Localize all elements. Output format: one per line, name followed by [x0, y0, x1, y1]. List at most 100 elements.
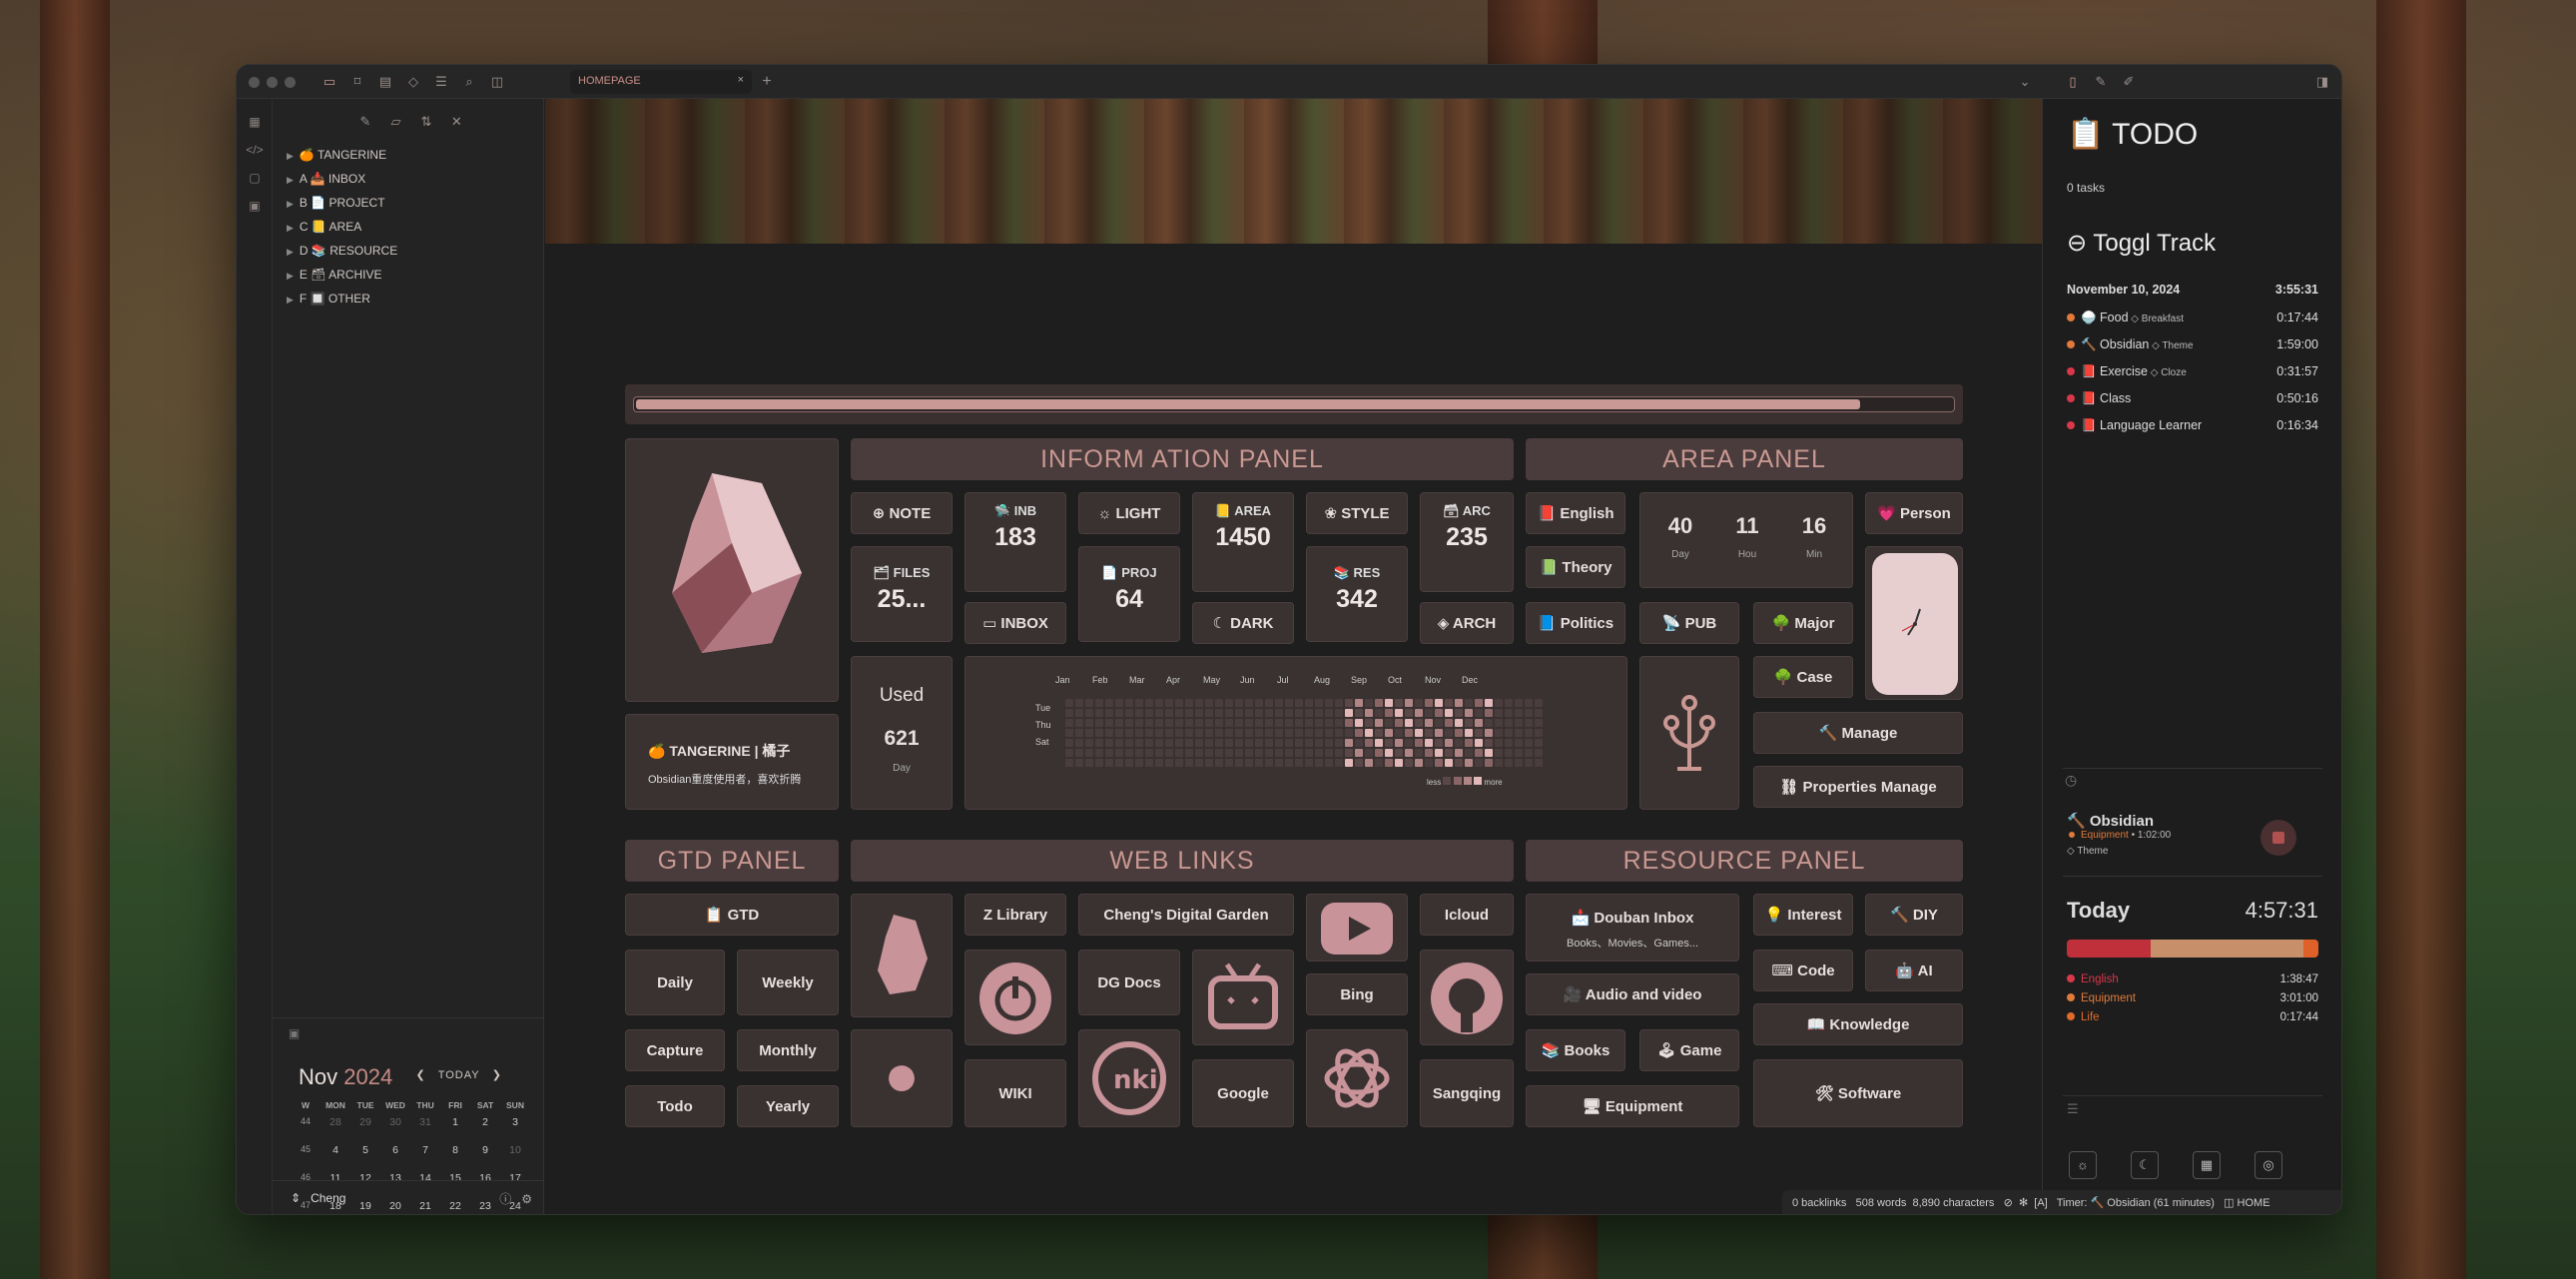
time-entry[interactable]: 📕 Class 0:50:16: [2067, 391, 2318, 411]
gear-icon[interactable]: ✻: [2019, 1197, 2028, 1209]
calendar-day[interactable]: 5: [350, 1144, 380, 1172]
note-button[interactable]: ⊕ NOTE: [851, 492, 953, 534]
close-window-button[interactable]: [249, 77, 260, 88]
sort-icon[interactable]: ⇅: [413, 114, 439, 130]
calendar-day[interactable]: 30: [380, 1116, 410, 1144]
calendar-day[interactable]: 31: [410, 1116, 440, 1144]
today-button[interactable]: TODAY: [438, 1069, 480, 1081]
style-button[interactable]: ❀ STYLE: [1306, 492, 1408, 534]
english-button[interactable]: 📕 English: [1526, 492, 1625, 534]
folder-resource[interactable]: ▶ D 📚 RESOURCE: [287, 241, 397, 261]
tab-homepage[interactable]: HOMEPAGE ×: [570, 70, 752, 94]
diy-button[interactable]: 🔨 DIY: [1865, 894, 1963, 936]
manage-button[interactable]: 🔨 Manage: [1753, 712, 1963, 754]
youtube-link[interactable]: [1306, 894, 1408, 961]
game-button[interactable]: 🕹 Game: [1639, 1029, 1739, 1071]
search-icon[interactable]: ⌕: [460, 73, 478, 91]
google-link[interactable]: Google: [1192, 1059, 1294, 1127]
minimize-window-button[interactable]: [267, 77, 278, 88]
zoom-window-button[interactable]: [285, 77, 296, 88]
files-stat[interactable]: 🗂 FILES 25...: [851, 546, 953, 642]
layout-icon[interactable]: ▦: [246, 115, 264, 133]
douban-inbox-button[interactable]: 📩 Douban Inbox Books、Movies、Games...: [1526, 894, 1739, 961]
pub-button[interactable]: 📡 PUB: [1639, 602, 1739, 644]
properties-manage-button[interactable]: ⛓ Properties Manage: [1753, 766, 1963, 808]
folder-area[interactable]: ▶ C 📒 AREA: [287, 217, 361, 237]
file-icon[interactable]: ▯: [2064, 73, 2082, 91]
software-button[interactable]: 🛠 Software: [1753, 1059, 1963, 1127]
gtd-button[interactable]: 📋 GTD: [625, 894, 839, 936]
archive-icon[interactable]: ▤: [376, 73, 394, 91]
case-button[interactable]: 🌳 Case: [1753, 656, 1853, 698]
vault-switcher[interactable]: ⇕ Cheng ⓘ ⚙: [273, 1180, 544, 1214]
bing-link[interactable]: Bing: [1306, 973, 1408, 1015]
time-entry[interactable]: 📕 Exercise ◇ Cloze 0:31:57: [2067, 364, 2318, 384]
grid-icon[interactable]: ▦: [2193, 1151, 2221, 1179]
apple-link[interactable]: ●: [851, 1029, 953, 1127]
audio-video-button[interactable]: 🎥 Audio and video: [1526, 973, 1739, 1015]
folder-archive[interactable]: ▶ E 🗃 ARCHIVE: [287, 265, 382, 285]
document-icon[interactable]: ▢: [246, 171, 264, 189]
project-stat[interactable]: 📄 PROJ 64: [1078, 546, 1180, 642]
collapse-icon[interactable]: ✕: [443, 114, 469, 130]
icloud-link[interactable]: Icloud: [1420, 894, 1514, 936]
dg-docs-link[interactable]: DG Docs: [1078, 950, 1180, 1015]
right-sidebar-toggle-icon[interactable]: ◨: [2313, 73, 2331, 91]
area-stat[interactable]: 📒 AREA 1450: [1192, 492, 1294, 592]
obsidian-link[interactable]: [851, 894, 953, 1017]
prev-month-icon[interactable]: ❮: [416, 1069, 426, 1081]
inbox-button[interactable]: ▭ INBOX: [965, 602, 1066, 644]
timer-status[interactable]: Timer: 🔨 Obsidian (61 minutes): [2057, 1197, 2215, 1209]
time-entry[interactable]: 🔨 Obsidian ◇ Theme 1:59:00: [2067, 337, 2318, 357]
code-icon[interactable]: </>: [246, 143, 264, 161]
bilibili-link[interactable]: [1192, 950, 1294, 1045]
new-tab-button[interactable]: +: [758, 73, 776, 91]
archive-stat[interactable]: 🗃 ARC 235: [1420, 492, 1514, 592]
new-note-icon[interactable]: ✎: [352, 114, 378, 130]
weekly-button[interactable]: Weekly: [737, 950, 839, 1015]
chevron-down-icon[interactable]: ⌄: [2016, 73, 2034, 91]
new-folder-icon[interactable]: ▱: [382, 114, 408, 130]
folder-tangerine[interactable]: ▶ 🍊 TANGERINE: [287, 145, 386, 165]
theory-button[interactable]: 📗 Theory: [1526, 546, 1625, 588]
time-entry[interactable]: 📕 Language Learner 0:16:34: [2067, 418, 2318, 438]
openai-link[interactable]: [1306, 1029, 1408, 1127]
folder-icon[interactable]: ▭: [321, 73, 338, 91]
ai-button[interactable]: 🤖 AI: [1865, 950, 1963, 991]
next-month-icon[interactable]: ❯: [492, 1069, 502, 1081]
calendar-day[interactable]: 1: [440, 1116, 470, 1144]
dark-theme-button[interactable]: ☾ DARK: [1192, 602, 1294, 644]
moon-icon[interactable]: ☾: [2131, 1151, 2159, 1179]
calendar-day[interactable]: 3: [500, 1116, 530, 1144]
monthly-button[interactable]: Monthly: [737, 1029, 839, 1071]
sun-icon[interactable]: ☼: [2069, 1151, 2097, 1179]
major-button[interactable]: 🌳 Major: [1753, 602, 1853, 644]
home-icon[interactable]: ◫: [2224, 1197, 2234, 1209]
sync-icon[interactable]: ⊘: [2004, 1197, 2013, 1209]
politics-button[interactable]: 📘 Politics: [1526, 602, 1625, 644]
stop-timer-button[interactable]: [2260, 820, 2296, 856]
capture-button[interactable]: Capture: [625, 1029, 725, 1071]
home-label[interactable]: HOME: [2238, 1197, 2270, 1209]
todo-button[interactable]: Todo: [625, 1085, 725, 1127]
digital-garden-link[interactable]: Cheng's Digital Garden: [1078, 894, 1294, 936]
list-icon[interactable]: ☰: [2067, 1101, 2079, 1117]
tab-close-icon[interactable]: ×: [738, 74, 744, 86]
calendar-day[interactable]: 8: [440, 1144, 470, 1172]
code-button[interactable]: ⌨ Code: [1753, 950, 1853, 991]
folder-other[interactable]: ▶ F 🔲 OTHER: [287, 289, 370, 309]
calendar-day[interactable]: 10: [500, 1144, 530, 1172]
anki-link[interactable]: nki: [1078, 1029, 1180, 1127]
archive-button[interactable]: ◈ ARCH: [1420, 602, 1514, 644]
github-link[interactable]: [1420, 950, 1514, 1045]
calendar-day[interactable]: 28: [321, 1116, 350, 1144]
daily-button[interactable]: Daily: [625, 950, 725, 1015]
light-theme-button[interactable]: ☼ LIGHT: [1078, 492, 1180, 534]
backlinks-count[interactable]: 0 backlinks: [1792, 1197, 1846, 1209]
power-link[interactable]: [965, 950, 1066, 1045]
books-button[interactable]: 📚 Books: [1526, 1029, 1625, 1071]
knowledge-button[interactable]: 📖 Knowledge: [1753, 1003, 1963, 1045]
wiki-link[interactable]: WIKI: [965, 1059, 1066, 1127]
folder-project[interactable]: ▶ B 📄 PROJECT: [287, 193, 385, 213]
calendar-icon[interactable]: ▣: [289, 1026, 300, 1040]
